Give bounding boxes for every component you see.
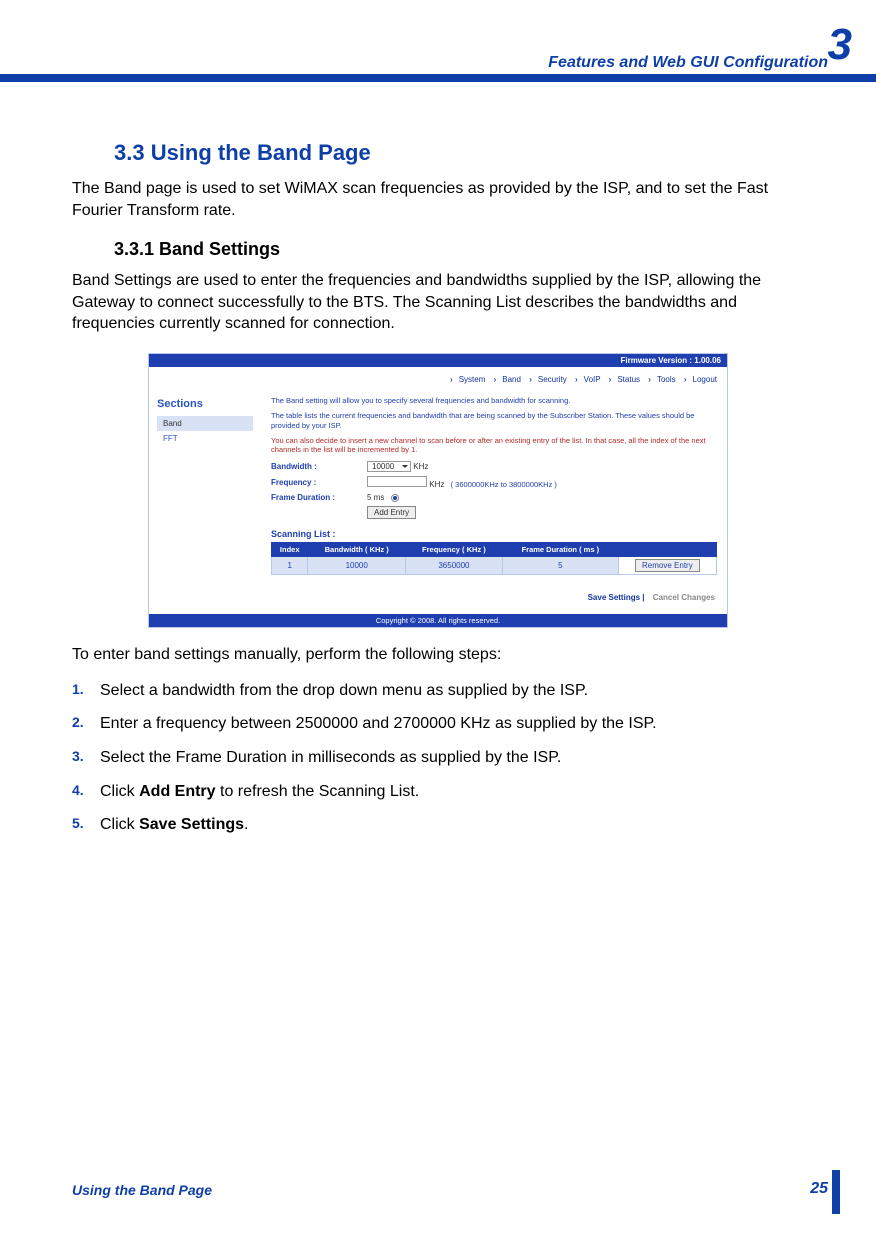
screenshot-main: The Band setting will allow you to speci… bbox=[261, 392, 727, 614]
list-item: 1. Select a bandwidth from the drop down… bbox=[72, 680, 804, 702]
step-number: 5. bbox=[72, 814, 100, 836]
save-settings-button[interactable]: Save Settings bbox=[588, 593, 640, 602]
nav-bullet: › bbox=[494, 375, 497, 384]
footer-decor-bar bbox=[832, 1170, 840, 1214]
section-heading-3-3: 3.3 Using the Band Page bbox=[114, 140, 804, 166]
screenshot-body: Sections Band FFT The Band setting will … bbox=[149, 392, 727, 614]
add-entry-button[interactable]: Add Entry bbox=[367, 506, 416, 519]
sidebar: Sections Band FFT bbox=[149, 392, 261, 614]
th-bandwidth: Bandwidth ( KHz ) bbox=[308, 542, 406, 556]
section-3-3-1-para: Band Settings are used to enter the freq… bbox=[72, 270, 804, 335]
bandwidth-unit: KHz bbox=[413, 462, 428, 471]
nav-system[interactable]: System bbox=[459, 375, 486, 384]
nav-bullet: › bbox=[684, 375, 687, 384]
footer-section-title: Using the Band Page bbox=[72, 1182, 212, 1198]
frequency-label: Frequency : bbox=[271, 478, 367, 487]
step-text: Enter a frequency between 2500000 and 27… bbox=[100, 713, 657, 735]
table-header-row: Index Bandwidth ( KHz ) Frequency ( KHz … bbox=[272, 542, 717, 556]
table-row: 1 10000 3650000 5 Remove Entry bbox=[272, 556, 717, 574]
top-nav: › System › Band › Security › VoIP › Status › T… bbox=[149, 367, 727, 392]
nav-security[interactable]: Security bbox=[538, 375, 567, 384]
sidebar-item-band[interactable]: Band bbox=[157, 416, 253, 431]
step-bold: Save Settings bbox=[139, 816, 244, 833]
nav-band[interactable]: Band bbox=[502, 375, 521, 384]
step-number: 4. bbox=[72, 781, 100, 803]
td-index: 1 bbox=[272, 556, 308, 574]
frame-duration-value: 5 ms bbox=[367, 493, 384, 502]
bandwidth-row: Bandwidth : 10000 KHz bbox=[271, 461, 717, 472]
th-frequency: Frequency ( KHz ) bbox=[405, 542, 502, 556]
td-frequency: 3650000 bbox=[405, 556, 502, 574]
th-frame-duration: Frame Duration ( ms ) bbox=[502, 542, 618, 556]
nav-voip[interactable]: VoIP bbox=[584, 375, 601, 384]
list-item: 2. Enter a frequency between 2500000 and… bbox=[72, 713, 804, 735]
chapter-title: Features and Web GUI Configuration bbox=[0, 54, 876, 72]
page-footer: Using the Band Page 25 bbox=[72, 1180, 828, 1198]
td-action: Remove Entry bbox=[618, 556, 716, 574]
action-bar: Save Settings | Cancel Changes bbox=[273, 593, 715, 602]
action-separator: | bbox=[642, 593, 646, 602]
add-entry-row: Add Entry bbox=[271, 506, 717, 519]
steps-intro: To enter band settings manually, perform… bbox=[72, 646, 804, 664]
step-text: Click Save Settings. bbox=[100, 814, 249, 836]
step-bold: Add Entry bbox=[139, 783, 215, 800]
screenshot-figure: Firmware Version : 1.00.06 › System › Band… bbox=[148, 353, 728, 628]
frequency-range: ( 3600000KHz to 3800000KHz ) bbox=[451, 480, 557, 489]
list-item: 5. Click Save Settings. bbox=[72, 814, 804, 836]
step-number: 3. bbox=[72, 747, 100, 769]
content-area: 3.3 Using the Band Page The Band page is… bbox=[72, 140, 804, 848]
frame-duration-radio[interactable] bbox=[391, 494, 399, 502]
header-rule bbox=[0, 74, 876, 82]
frequency-unit: KHz bbox=[429, 480, 444, 489]
th-action bbox=[618, 542, 716, 556]
section-3-3-para: The Band page is used to set WiMAX scan … bbox=[72, 178, 804, 221]
nav-bullet: › bbox=[575, 375, 578, 384]
frequency-row: Frequency : KHz ( 3600000KHz to 3800000K… bbox=[271, 476, 717, 489]
step-number: 2. bbox=[72, 713, 100, 735]
frame-duration-label: Frame Duration : bbox=[271, 493, 367, 502]
intro-text-2: The table lists the current frequencies … bbox=[271, 411, 717, 430]
bandwidth-select[interactable]: 10000 bbox=[367, 461, 411, 472]
nav-status[interactable]: Status bbox=[617, 375, 640, 384]
step-text: Click Add Entry to refresh the Scanning … bbox=[100, 781, 419, 803]
firmware-bar: Firmware Version : 1.00.06 bbox=[149, 354, 727, 367]
step-text: Select a bandwidth from the drop down me… bbox=[100, 680, 588, 702]
list-item: 4. Click Add Entry to refresh the Scanni… bbox=[72, 781, 804, 803]
scanning-list-title: Scanning List : bbox=[271, 529, 717, 539]
steps-list: 1. Select a bandwidth from the drop down… bbox=[72, 680, 804, 836]
intro-text-3: You can also decide to insert a new chan… bbox=[271, 436, 717, 455]
frame-duration-row: Frame Duration : 5 ms bbox=[271, 493, 717, 502]
nav-bullet: › bbox=[609, 375, 612, 384]
sidebar-item-fft[interactable]: FFT bbox=[157, 431, 253, 446]
td-bandwidth: 10000 bbox=[308, 556, 406, 574]
th-index: Index bbox=[272, 542, 308, 556]
nav-bullet: › bbox=[648, 375, 651, 384]
sidebar-title: Sections bbox=[157, 398, 253, 410]
step-text: Select the Frame Duration in millisecond… bbox=[100, 747, 561, 769]
nav-tools[interactable]: Tools bbox=[657, 375, 676, 384]
screenshot-footer: Copyright © 2008. All rights reserved. bbox=[149, 614, 727, 627]
page-number: 25 bbox=[810, 1180, 828, 1198]
scanning-list-table: Index Bandwidth ( KHz ) Frequency ( KHz … bbox=[271, 542, 717, 575]
chapter-number: 3 bbox=[828, 20, 852, 70]
frequency-input[interactable] bbox=[367, 476, 427, 487]
step-number: 1. bbox=[72, 680, 100, 702]
nav-bullet: › bbox=[450, 375, 453, 384]
remove-entry-button[interactable]: Remove Entry bbox=[635, 559, 700, 572]
nav-bullet: › bbox=[529, 375, 532, 384]
intro-text-1: The Band setting will allow you to speci… bbox=[271, 396, 717, 405]
nav-logout[interactable]: Logout bbox=[693, 375, 717, 384]
page-header: 3 Features and Web GUI Configuration bbox=[0, 54, 876, 82]
td-frame-duration: 5 bbox=[502, 556, 618, 574]
list-item: 3. Select the Frame Duration in millisec… bbox=[72, 747, 804, 769]
document-page: 3 Features and Web GUI Configuration 3.3… bbox=[0, 0, 876, 1240]
cancel-changes-button[interactable]: Cancel Changes bbox=[653, 593, 715, 602]
section-heading-3-3-1: 3.3.1 Band Settings bbox=[114, 239, 804, 260]
bandwidth-label: Bandwidth : bbox=[271, 462, 367, 471]
